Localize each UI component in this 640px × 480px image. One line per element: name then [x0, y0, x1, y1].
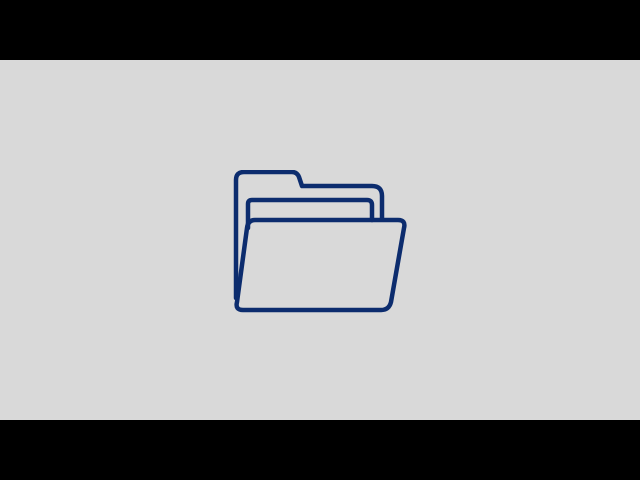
folder-front	[234, 217, 407, 313]
folder-paper	[245, 197, 375, 231]
folder-back	[233, 170, 385, 301]
icon-canvas	[0, 60, 640, 420]
letterbox-bottom	[0, 420, 640, 480]
video-frame	[0, 0, 640, 480]
letterbox-top	[0, 0, 640, 60]
open-folder-icon	[228, 170, 410, 316]
